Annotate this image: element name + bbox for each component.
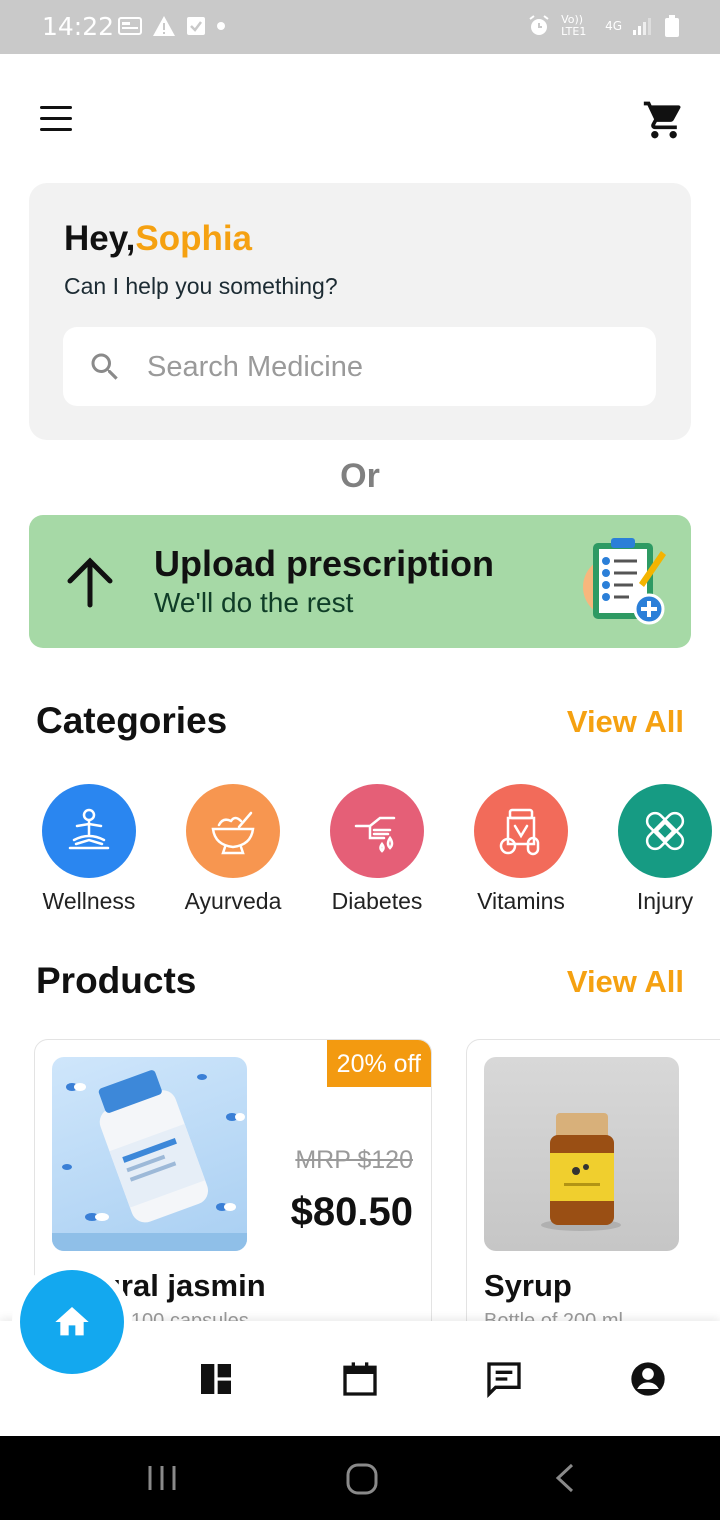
signal-icon	[633, 18, 651, 35]
category-label: Vitamins	[477, 888, 565, 914]
category-diabetes[interactable]: Diabetes	[307, 784, 447, 915]
product-image	[484, 1057, 679, 1251]
chat-icon	[487, 1362, 521, 1399]
product-name: Syrup	[484, 1268, 572, 1303]
products-title: Products	[36, 960, 197, 1001]
meditation-icon	[68, 808, 110, 850]
prescription-clipboard-icon	[583, 538, 666, 625]
greeting-user-name: Sophia	[135, 219, 253, 258]
nav-calendar[interactable]	[340, 1359, 380, 1399]
cart-button[interactable]	[642, 98, 686, 142]
search-input[interactable]	[147, 345, 627, 389]
greeting-subtitle: Can I help you something?	[64, 273, 338, 299]
upload-prescription-title: Upload prescription	[154, 543, 495, 584]
warning-notification-icon	[153, 16, 175, 36]
categories-title: Categories	[36, 700, 228, 741]
product-price: $80.50	[290, 1190, 413, 1234]
check-notification-icon	[187, 17, 205, 35]
network-type: 4G	[605, 19, 622, 33]
category-icon-circle	[42, 784, 136, 878]
category-ayurveda[interactable]: Ayurveda	[163, 784, 303, 915]
category-icon-circle	[186, 784, 280, 878]
status-bar: 14:22 Vo)) LTE1 4G	[0, 0, 720, 54]
status-notification-icons	[118, 15, 226, 37]
category-label: Injury	[636, 888, 694, 914]
home-button[interactable]	[20, 1270, 124, 1374]
category-label: Ayurveda	[184, 888, 282, 914]
products-view-all-link[interactable]: View All	[567, 964, 684, 1000]
alarm-icon	[529, 15, 549, 35]
status-time: 14:22	[42, 12, 115, 41]
product-image	[52, 1057, 247, 1251]
menu-button[interactable]	[38, 106, 72, 132]
discount-badge: 20% off	[326, 1040, 431, 1087]
categories-view-all-link[interactable]: View All	[567, 704, 684, 740]
nav-messages[interactable]	[484, 1359, 524, 1399]
category-icon-circle	[330, 784, 424, 878]
profile-icon	[631, 1362, 665, 1396]
greeting-card: Hey,Sophia Can I help you something?	[29, 183, 691, 440]
or-divider-label: Or	[340, 457, 380, 495]
syrup-bottle-image	[541, 1113, 621, 1231]
blood-drop-finger-icon	[354, 816, 396, 853]
network-label: Vo)) LTE1	[561, 13, 587, 38]
system-navigation-bar	[0, 1436, 720, 1520]
nav-dashboard[interactable]	[196, 1359, 236, 1399]
home-icon	[55, 1307, 89, 1336]
product-mrp: MRP $120	[295, 1146, 413, 1174]
bandage-icon	[645, 811, 685, 851]
mortar-pestle-icon	[211, 811, 255, 855]
category-injury[interactable]: Injury	[595, 784, 720, 915]
greeting-heading: Hey,Sophia	[64, 219, 252, 259]
search-box[interactable]	[63, 327, 656, 406]
battery-icon	[665, 15, 679, 37]
system-home-icon[interactable]	[345, 1462, 379, 1496]
calendar-icon	[343, 1362, 377, 1396]
search-icon	[91, 353, 118, 380]
dashboard-icon	[201, 1364, 231, 1394]
cart-icon	[643, 101, 681, 139]
gallery-notification-icon	[118, 17, 142, 35]
back-icon[interactable]	[552, 1462, 578, 1494]
category-label: Diabetes	[331, 888, 423, 914]
arrow-up-icon	[67, 557, 113, 608]
category-label: Wellness	[42, 888, 136, 914]
upload-prescription-card[interactable]: Upload prescription We'll do the rest	[29, 515, 691, 648]
upload-prescription-subtitle: We'll do the rest	[154, 587, 354, 618]
category-icon-circle	[474, 784, 568, 878]
recent-apps-icon[interactable]	[146, 1462, 178, 1494]
nav-profile[interactable]	[628, 1359, 668, 1399]
vitamin-bottle-icon	[499, 808, 540, 856]
status-system-icons: Vo)) LTE1 4G	[527, 14, 680, 38]
greeting-hey: Hey,	[64, 219, 136, 258]
dot-notification-icon	[217, 22, 225, 30]
category-icon-circle	[618, 784, 712, 878]
product-card[interactable]: Syrup Bottle of 200 ml	[466, 1039, 720, 1359]
pill-bottle-image	[52, 1070, 247, 1251]
category-vitamins[interactable]: Vitamins	[451, 784, 591, 915]
category-wellness[interactable]: Wellness	[19, 784, 159, 915]
